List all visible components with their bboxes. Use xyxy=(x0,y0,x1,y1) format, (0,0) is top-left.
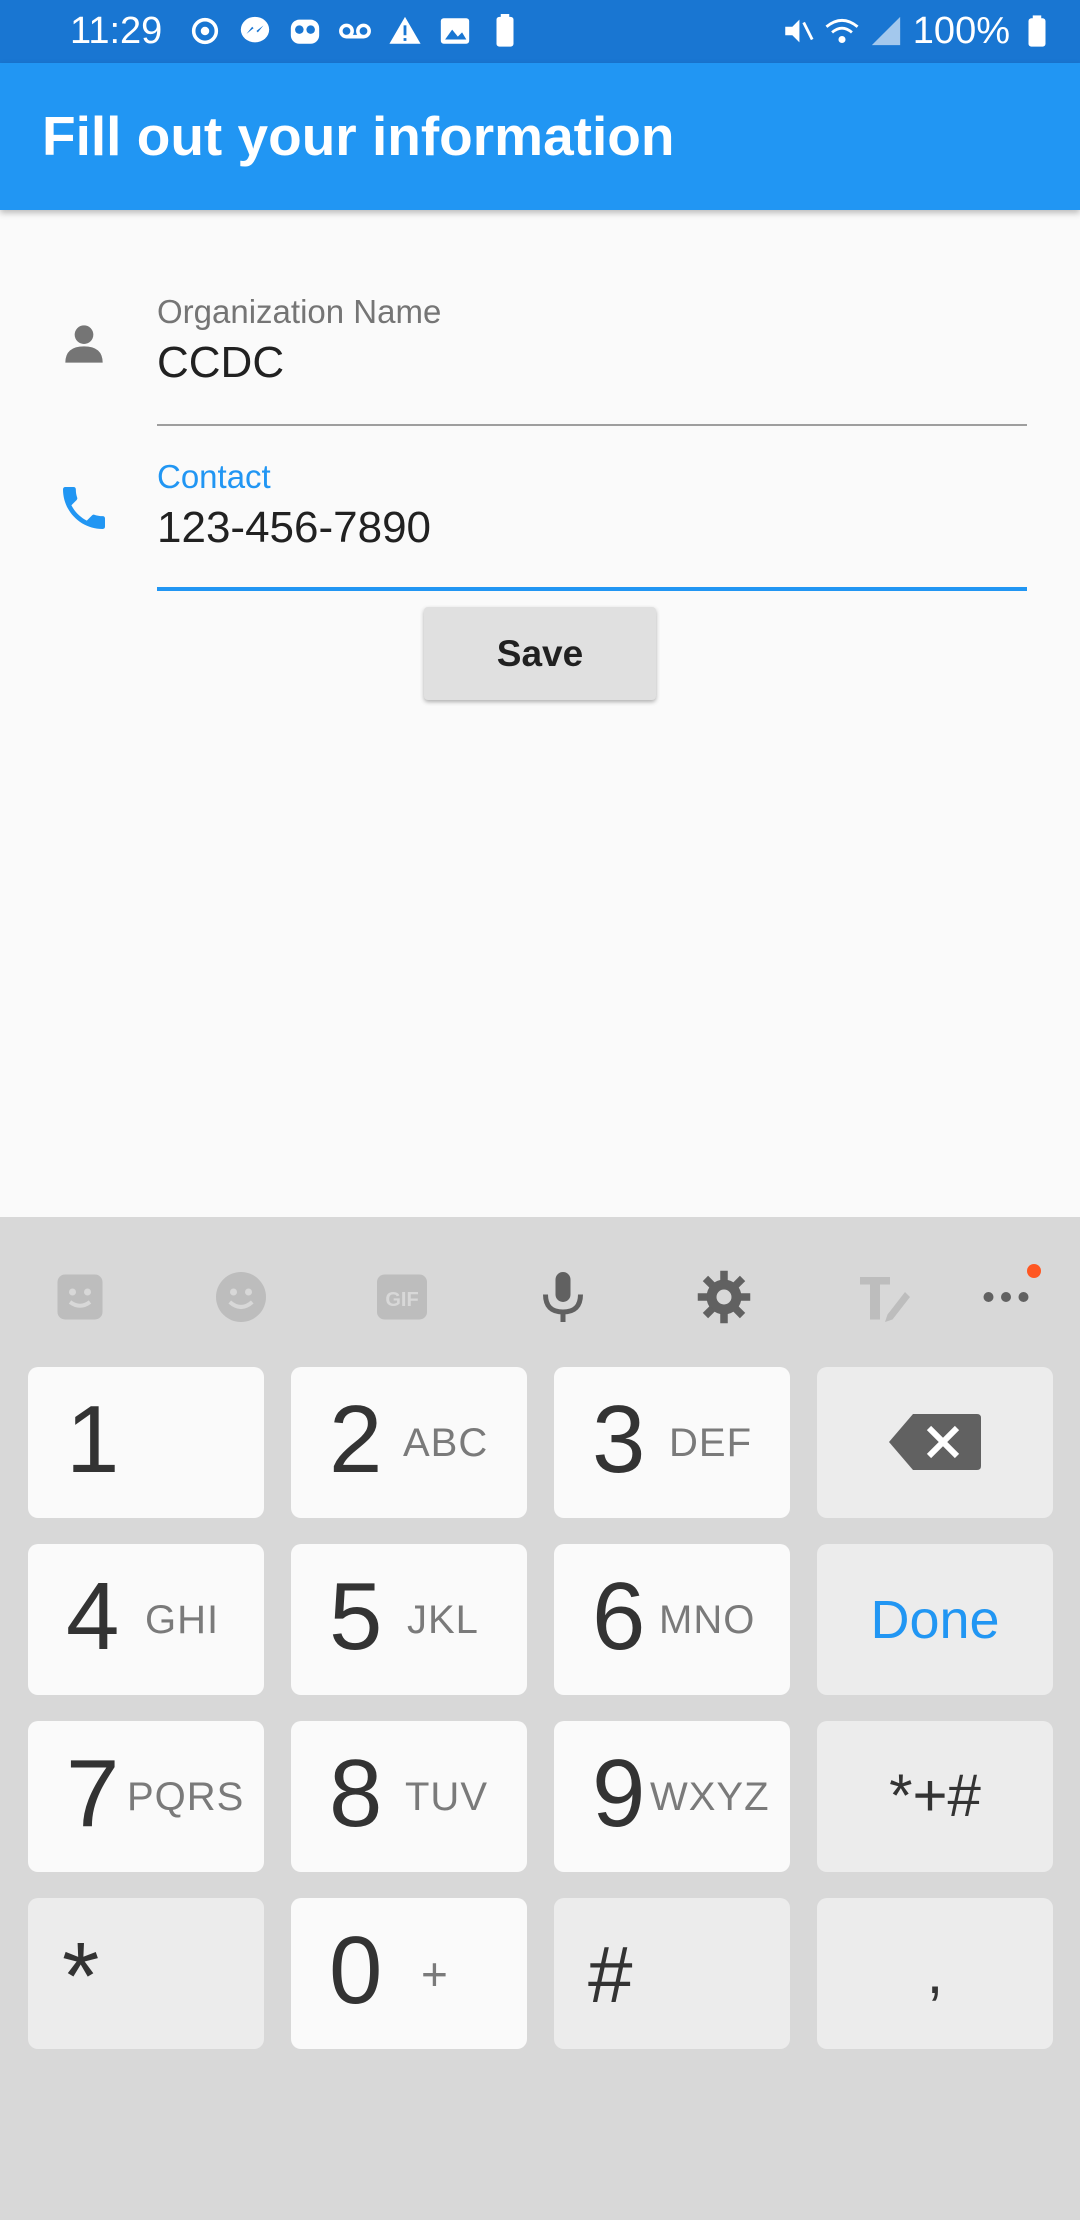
done-label: Done xyxy=(870,1590,1000,1650)
page-title: Fill out your information xyxy=(42,105,675,167)
sticker-icon[interactable] xyxy=(50,1267,110,1327)
key-digit: 1 xyxy=(66,1386,120,1493)
star-label: * xyxy=(62,1923,100,2030)
owl-icon xyxy=(290,19,320,44)
status-time: 11:29 xyxy=(70,10,163,52)
key-digit: 6 xyxy=(592,1563,646,1670)
organization-name-underline xyxy=(157,424,1027,426)
app-bar: Fill out your information xyxy=(0,63,1080,210)
key-letters: DEF xyxy=(669,1421,752,1465)
key-7[interactable]: 7 PQRS xyxy=(28,1721,264,1872)
system-icons: 100% xyxy=(781,8,1054,54)
svg-text:GIF: GIF xyxy=(385,1289,418,1311)
emoji-icon[interactable] xyxy=(211,1267,271,1327)
status-bar: 11:29 100% xyxy=(0,0,1080,63)
contact-input[interactable]: 123-456-7890 xyxy=(157,501,1027,555)
settings-icon[interactable] xyxy=(694,1267,754,1327)
hash-label: # xyxy=(588,1930,633,2019)
mic-icon[interactable] xyxy=(533,1267,593,1327)
backspace-key[interactable] xyxy=(817,1367,1053,1518)
star-key[interactable]: * xyxy=(28,1898,264,2049)
done-key[interactable]: Done xyxy=(817,1544,1053,1695)
signal-icon xyxy=(871,16,900,46)
organization-name-label: Organization Name xyxy=(157,293,442,330)
voicemail-icon xyxy=(339,23,371,39)
warning-icon xyxy=(389,16,421,44)
key-3[interactable]: 3 DEF xyxy=(554,1367,790,1518)
key-9[interactable]: 9 WXYZ xyxy=(554,1721,790,1872)
comma-key[interactable]: , xyxy=(817,1898,1053,2049)
key-letters: ABC xyxy=(403,1421,489,1465)
key-letters: GHI xyxy=(145,1598,220,1642)
key-digit: 7 xyxy=(66,1740,120,1847)
key-digit: 8 xyxy=(329,1740,383,1847)
key-digit: 9 xyxy=(592,1740,646,1847)
key-4[interactable]: 4 GHI xyxy=(28,1544,264,1695)
key-digit: 3 xyxy=(592,1386,646,1493)
notification-icons xyxy=(188,14,522,48)
organization-name-field[interactable]: Organization Name CCDC xyxy=(157,292,1027,428)
key-letters: MNO xyxy=(659,1598,756,1642)
key-1[interactable]: 1 xyxy=(28,1367,264,1518)
organization-name-input[interactable]: CCDC xyxy=(157,336,1027,390)
contact-field[interactable]: Contact 123-456-7890 xyxy=(157,457,1027,593)
backspace-icon xyxy=(889,1414,981,1470)
phone-icon xyxy=(63,487,105,529)
key-2[interactable]: 2 ABC xyxy=(291,1367,527,1518)
comma-label: , xyxy=(926,1939,944,2006)
notification-dot xyxy=(1027,1264,1041,1278)
symbols-key[interactable]: *+# xyxy=(817,1721,1053,1872)
handwriting-icon[interactable] xyxy=(855,1267,915,1327)
more-icon[interactable] xyxy=(976,1267,1036,1327)
save-button[interactable]: Save xyxy=(424,607,656,700)
battery-100-icon xyxy=(496,14,514,47)
wifi-icon xyxy=(825,18,859,44)
key-letters: + xyxy=(421,1948,449,2000)
key-digit: 0 xyxy=(329,1917,383,2024)
gif-icon[interactable]: GIF xyxy=(372,1267,432,1327)
contact-label: Contact xyxy=(157,458,271,495)
key-letters: TUV xyxy=(405,1775,488,1819)
key-letters: JKL xyxy=(407,1598,479,1642)
mute-icon xyxy=(785,19,814,43)
key-6[interactable]: 6 MNO xyxy=(554,1544,790,1695)
messenger-icon xyxy=(240,16,270,43)
key-letters: PQRS xyxy=(127,1775,245,1819)
person-icon xyxy=(65,325,103,363)
symbols-label: *+# xyxy=(889,1762,981,1829)
key-5[interactable]: 5 JKL xyxy=(291,1544,527,1695)
contact-underline xyxy=(157,587,1027,591)
image-icon xyxy=(440,18,470,44)
battery-icon xyxy=(1028,15,1046,47)
keyboard-toolbar: GIF xyxy=(0,1217,1080,1367)
key-0[interactable]: 0 + xyxy=(291,1898,527,2049)
key-digit: 5 xyxy=(329,1563,383,1670)
battery-percent: 100% xyxy=(912,10,1010,52)
numeric-keyboard: GIF 1 2 ABC 3 DEF 4 GHI 5 JKL 6 MNO Done… xyxy=(0,1217,1080,2220)
hash-key[interactable]: # xyxy=(554,1898,790,2049)
sync-icon xyxy=(191,17,219,45)
key-8[interactable]: 8 TUV xyxy=(291,1721,527,1872)
key-digit: 2 xyxy=(329,1386,383,1493)
key-letters: WXYZ xyxy=(650,1775,770,1819)
key-digit: 4 xyxy=(66,1563,120,1670)
